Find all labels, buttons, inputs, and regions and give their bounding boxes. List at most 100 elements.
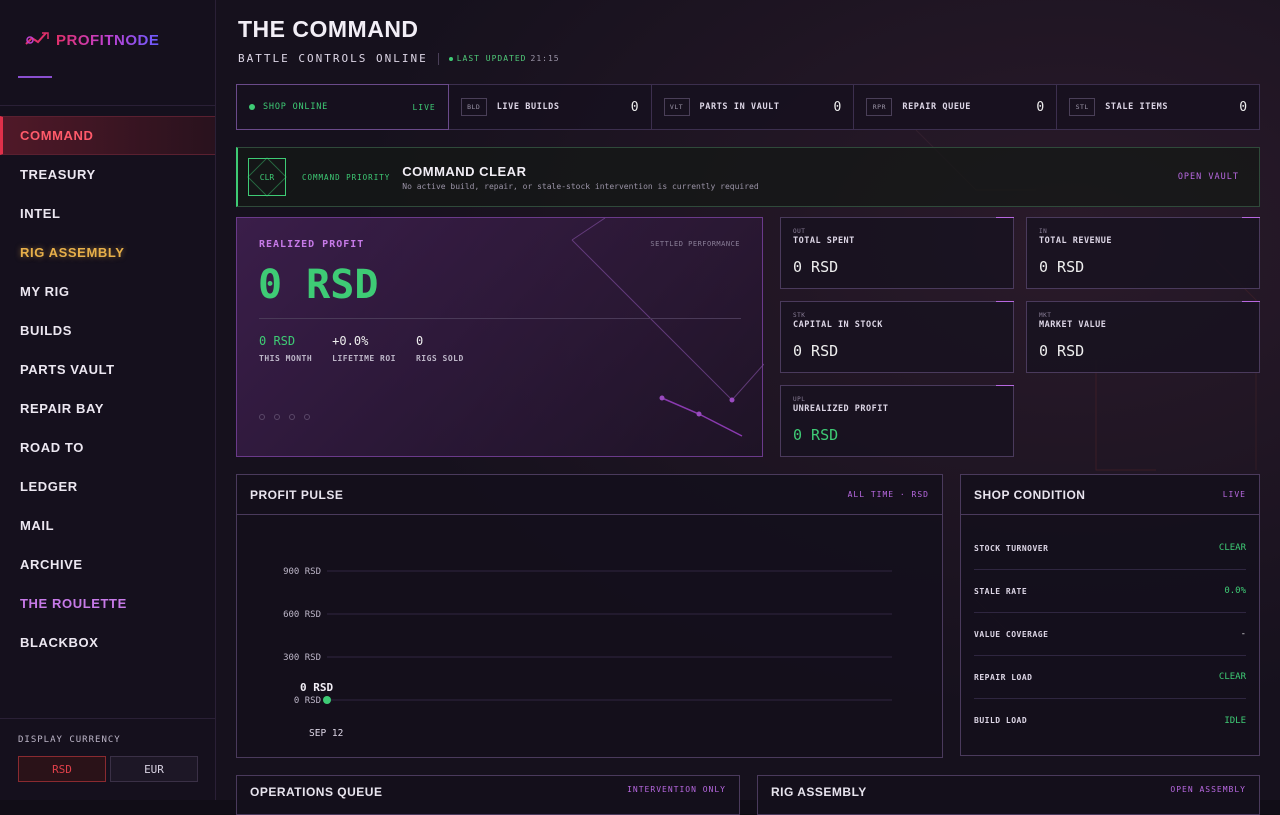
currency-toggle: RSD EUR: [18, 756, 198, 782]
rig-assembly-title: RIG ASSEMBLY: [771, 785, 867, 799]
sidebar-item-intel[interactable]: INTEL: [0, 194, 215, 233]
realized-profit-value: 0 RSD: [258, 262, 379, 308]
repair-load-row: REPAIR LOAD CLEAR: [974, 656, 1246, 699]
rigs-sold-label: RIGS SOLD: [415, 354, 464, 363]
shop-online-status: SHOP ONLINE: [249, 102, 402, 112]
logo-underline: [18, 76, 52, 78]
profit-pulse-title: PROFIT PULSE: [250, 487, 344, 502]
sidebar-item-road-to[interactable]: ROAD TO: [0, 428, 215, 467]
status-dot-icon: [249, 104, 255, 110]
repair-queue-cell[interactable]: RPR REPAIR QUEUE 0: [854, 85, 1058, 129]
total-spent-card: OUT TOTAL SPENT 0 RSD: [780, 217, 1014, 289]
rig-assembly-panel: RIG ASSEMBLY OPEN ASSEMBLY: [757, 775, 1260, 815]
parts-vault-value: 0: [833, 99, 842, 115]
repair-load-value: CLEAR: [1218, 672, 1246, 682]
live-builds-cell[interactable]: BLD LIVE BUILDS 0: [449, 85, 652, 129]
stock-turnover-row: STOCK TURNOVER CLEAR: [974, 527, 1246, 570]
build-load-label: BUILD LOAD: [974, 716, 1028, 725]
chart-y-tick-label: 600 RSD: [283, 610, 321, 620]
shop-condition-live: LIVE: [1222, 490, 1246, 499]
clear-code: CLR: [259, 172, 275, 182]
total-revenue-code: IN: [1039, 228, 1048, 235]
sidebar-item-repair-bay[interactable]: REPAIR BAY: [0, 389, 215, 428]
value-coverage-label: VALUE COVERAGE: [974, 629, 1049, 639]
sidebar-item-builds[interactable]: BUILDS: [0, 311, 215, 350]
sidebar-item-ledger[interactable]: LEDGER: [0, 467, 215, 506]
currency-divider: [0, 718, 215, 719]
carousel-dot[interactable]: [259, 414, 265, 420]
chart-y-tick-label: 900 RSD: [283, 567, 321, 577]
build-load-value: IDLE: [1224, 715, 1246, 726]
status-bar: SHOP ONLINE LIVE BLD LIVE BUILDS 0 VLT P…: [236, 84, 1260, 130]
live-builds-label: LIVE BUILDS: [496, 102, 560, 112]
sidebar-item-mail[interactable]: MAIL: [0, 506, 215, 545]
page-title: THE COMMAND: [238, 16, 419, 42]
total-spent-code: OUT: [793, 228, 806, 235]
rigs-sold-value: 0: [415, 334, 424, 348]
total-revenue-card: IN TOTAL REVENUE 0 RSD: [1026, 217, 1260, 289]
market-value-label: MARKET VALUE: [1039, 320, 1107, 330]
currency-eur-button[interactable]: EUR: [110, 756, 198, 782]
stale-items-value: 0: [1239, 99, 1248, 115]
shop-condition-panel: SHOP CONDITION LIVE STOCK TURNOVER CLEAR…: [960, 474, 1260, 756]
page-subtitle-row: BATTLE CONTROLS ONLINE LAST UPDATED 21:1…: [238, 52, 560, 65]
shop-status-cell[interactable]: SHOP ONLINE LIVE: [236, 84, 449, 130]
capital-in-stock-value: 0 RSD: [793, 342, 839, 360]
operations-queue-tag: INTERVENTION ONLY: [627, 785, 726, 794]
sidebar-item-archive[interactable]: ARCHIVE: [0, 545, 215, 584]
sidebar-item-command[interactable]: COMMAND: [0, 116, 215, 155]
operations-queue-title: OPERATIONS QUEUE: [250, 785, 383, 799]
priority-description: No active build, repair, or stale-stock …: [402, 181, 759, 191]
operations-queue-panel: OPERATIONS QUEUE INTERVENTION ONLY: [236, 775, 740, 815]
rigs-sold-stat: 0 RIGS SOLD: [416, 334, 464, 363]
repair-tag-icon: RPR: [866, 98, 893, 116]
open-vault-link[interactable]: OPEN VAULT: [1178, 172, 1239, 182]
shop-condition-title: SHOP CONDITION: [974, 487, 1086, 502]
sidebar-item-the-roulette[interactable]: THE ROULETTE: [0, 584, 215, 623]
online-dot-icon: [448, 56, 453, 61]
profit-pulse-chart: 0 RSD 300 RSD 600 RSD 900 RSD 0 RSD SEP 12: [283, 567, 892, 739]
this-month-stat: 0 RSD THIS MONTH: [259, 334, 312, 363]
logo[interactable]: PROFITNODE: [24, 30, 159, 50]
chart-y-tick-label: 300 RSD: [283, 653, 321, 663]
carousel-dot[interactable]: [274, 414, 280, 420]
carousel-dot[interactable]: [304, 414, 310, 420]
capital-in-stock-code: STK: [793, 312, 806, 319]
logo-text: PROFITNODE: [56, 31, 160, 49]
circuit-logo-icon: [25, 32, 49, 45]
carousel-dots: [259, 414, 310, 420]
last-updated-time: 21:15: [530, 54, 560, 63]
currency-rsd-button[interactable]: RSD: [18, 756, 106, 782]
shop-condition-rows: STOCK TURNOVER CLEAR STALE RATE 0.0% VAL…: [961, 515, 1259, 742]
lifetime-roi-label: LIFETIME ROI: [332, 354, 396, 363]
settled-performance-label: SETTLED PERFORMANCE: [650, 240, 740, 248]
stale-items-cell[interactable]: STL STALE ITEMS 0: [1057, 85, 1259, 129]
builds-tag-icon: BLD: [460, 98, 487, 116]
sidebar-item-rig-assembly[interactable]: RIG ASSEMBLY: [0, 233, 215, 272]
parts-vault-label: PARTS IN VAULT: [699, 102, 780, 112]
unrealized-profit-value: 0 RSD: [793, 426, 839, 444]
sidebar: PROFITNODE COMMAND TREASURY INTEL RIG AS…: [0, 0, 216, 800]
sidebar-item-my-rig[interactable]: MY RIG: [0, 272, 215, 311]
unrealized-profit-label: UNREALIZED PROFIT: [793, 404, 889, 414]
unrealized-profit-code: UPL: [793, 396, 806, 403]
profit-pulse-range[interactable]: ALL TIME · RSD: [848, 490, 929, 499]
open-assembly-link[interactable]: OPEN ASSEMBLY: [1170, 785, 1246, 794]
capital-in-stock-label: CAPITAL IN STOCK: [793, 320, 883, 330]
profit-divider: [259, 318, 741, 319]
sidebar-item-parts-vault[interactable]: PARTS VAULT: [0, 350, 215, 389]
page-subtitle: BATTLE CONTROLS ONLINE: [238, 52, 428, 65]
sidebar-item-blackbox[interactable]: BLACKBOX: [0, 623, 215, 662]
command-priority-banner: CLR COMMAND PRIORITY COMMAND CLEAR No ac…: [236, 147, 1260, 207]
total-revenue-label: TOTAL REVENUE: [1039, 236, 1113, 246]
stock-turnover-value: CLEAR: [1218, 543, 1246, 553]
parts-vault-cell[interactable]: VLT PARTS IN VAULT 0: [652, 85, 855, 129]
market-value-code: MKT: [1039, 312, 1052, 319]
profit-pulse-header: PROFIT PULSE ALL TIME · RSD: [237, 475, 942, 515]
sidebar-item-treasury[interactable]: TREASURY: [0, 155, 215, 194]
stale-rate-label: STALE RATE: [974, 586, 1028, 596]
carousel-dot[interactable]: [289, 414, 295, 420]
repair-load-label: REPAIR LOAD: [974, 672, 1033, 682]
sidebar-divider: [0, 105, 215, 106]
stale-rate-row: STALE RATE 0.0%: [974, 570, 1246, 613]
